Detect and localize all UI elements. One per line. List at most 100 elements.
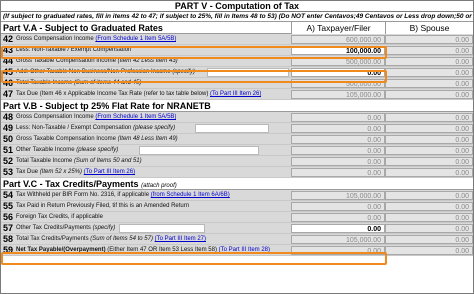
item-number: 44 <box>3 56 14 66</box>
item-52-row: 52 Total Taxable Income (Sum of Items 50… <box>1 156 473 167</box>
schedule-link[interactable]: (From Schedule 1 Item 5A/5B) <box>95 114 176 120</box>
computation-of-tax-form: PART V - Computation of Tax (If subject … <box>0 0 474 294</box>
item-49-specify-input[interactable] <box>195 124 269 133</box>
item-49-row: 49 Less: Non-Taxable / Exempt Compensati… <box>1 123 473 134</box>
item-number: 54 <box>3 190 14 200</box>
item-label: Net Tax Payable/(Overpayment) (Either It… <box>16 247 271 253</box>
section-b-title: Part V.B - Subject tp 25% Flat Rate for … <box>3 101 211 111</box>
item-58-taxpayer-field: 105,000.00 <box>291 235 385 244</box>
part-iii-link[interactable]: (To Part III Item 26) <box>210 91 261 97</box>
item-59-row: 59 Net Tax Payable/(Overpayment) (Either… <box>1 245 473 256</box>
item-53-row: 53 Tax Due (Item 52 x 25%) (To Part III … <box>1 167 473 178</box>
item-label: Gross Compensation Income (From Schedule… <box>16 36 177 42</box>
item-number: 50 <box>3 134 14 144</box>
item-number: 48 <box>3 112 14 122</box>
part-subtitle: (If subject to graduated rates, fill in … <box>1 12 473 22</box>
schedule-link[interactable]: (from Schedule 1 Item 6A/6B) <box>151 192 230 198</box>
item-49-spouse-field: 0.00 <box>385 124 473 133</box>
item-number: 52 <box>3 156 14 166</box>
item-55-row: 55 Tax Paid in Return Previously Filed, … <box>1 201 473 212</box>
item-48-row: 48 Gross Compensation Income (From Sched… <box>1 112 473 123</box>
item-48-spouse-field: 0.00 <box>385 113 473 122</box>
item-label: Foreign Tax Credits, if applicable <box>16 214 103 220</box>
item-43-row: 43 Less: Non-Taxable / Exempt Compensati… <box>1 45 473 56</box>
item-55-taxpayer-field: 0.00 <box>291 202 385 211</box>
item-58-row: 58 Total Tax Credits/Payments (Sum of It… <box>1 234 473 245</box>
section-c-header: Part V.C - Tax Credits/Payments (attach … <box>1 178 473 190</box>
part-title: PART V - Computation of Tax <box>1 1 473 12</box>
item-57-specify-input[interactable] <box>119 224 205 233</box>
item-label: Other Tax Credits/Payments (specify) <box>16 225 116 231</box>
item-number: 47 <box>3 89 14 99</box>
item-label: Total Taxable Income (Sum of items 44 an… <box>16 80 142 86</box>
item-number: 49 <box>3 123 14 133</box>
item-number: 58 <box>3 234 14 244</box>
item-54-row: 54 Tax Withheld per BIR Form No. 2316, i… <box>1 190 473 201</box>
item-number: 42 <box>3 34 14 44</box>
item-label: Total Tax Credits/Payments (Sum of Items… <box>16 236 206 242</box>
section-a-header: Part V.A - Subject to Graduated Rates A)… <box>1 22 473 34</box>
item-label: Total Taxable Income (Sum of Items 50 an… <box>16 158 142 164</box>
item-number: 46 <box>3 78 14 88</box>
item-54-taxpayer-field: 105,000.00 <box>291 191 385 200</box>
item-42-row: 42 Gross Compensation Income (From Sched… <box>1 34 473 45</box>
item-number: 55 <box>3 201 14 211</box>
item-42-taxpayer-field: 600,000.00 <box>291 35 385 44</box>
item-44-spouse-field: 0.00 <box>385 57 473 66</box>
item-54-spouse-field: 0.00 <box>385 191 473 200</box>
item-49-taxpayer-field: 0.00 <box>291 124 385 133</box>
item-56-row: 56 Foreign Tax Credits, if applicable 0.… <box>1 212 473 223</box>
item-number: 43 <box>3 45 14 55</box>
item-58-spouse-field: 0.00 <box>385 235 473 244</box>
item-52-spouse-field: 0.00 <box>385 157 473 166</box>
item-55-spouse-field: 0.00 <box>385 202 473 211</box>
item-42-spouse-field: 0.00 <box>385 35 473 44</box>
item-59-spouse-field: 0.00 <box>385 246 473 255</box>
section-a-title: Part V.A - Subject to Graduated Rates <box>3 23 163 33</box>
part-iii-link[interactable]: (To Part III Item 27) <box>155 236 206 242</box>
item-label: Tax Withheld per BIR Form No. 2316, if a… <box>16 192 230 198</box>
item-56-taxpayer-field: 0.00 <box>291 213 385 222</box>
item-59-taxpayer-field: 0.00 <box>291 246 385 255</box>
item-number: 53 <box>3 167 14 177</box>
item-45-specify-input[interactable] <box>207 68 289 77</box>
item-47-taxpayer-field: 105,000.00 <box>291 90 385 99</box>
item-label: Gross Taxable Compensation Income (Item … <box>16 136 178 142</box>
item-53-spouse-field: 0.00 <box>385 168 473 177</box>
item-number: 45 <box>3 67 14 77</box>
item-47-spouse-field: 0.00 <box>385 90 473 99</box>
item-45-taxpayer-input[interactable]: 0.00 <box>291 68 385 77</box>
item-43-spouse-field: 0.00 <box>385 46 473 55</box>
item-number: 51 <box>3 145 14 155</box>
part-iii-link[interactable]: (To Part III Item 26) <box>84 169 135 175</box>
item-label: Tax Paid in Return Previously Filed, tif… <box>16 203 190 209</box>
item-51-specify-input[interactable] <box>139 146 259 155</box>
item-43-taxpayer-input[interactable]: 100,000.00 <box>291 46 385 55</box>
item-label: Tax Due (Item 52 x 25%) (To Part III Ite… <box>16 169 136 175</box>
item-57-taxpayer-input[interactable]: 0.00 <box>291 224 385 233</box>
item-45-row: 45 Add: Other Taxable Non-Business/Non-P… <box>1 67 473 78</box>
item-47-row: 47 Tax Due (Item 46 x Applicable Income … <box>1 89 473 100</box>
item-label: Less: Non-Taxable / Exempt Compensation <box>16 47 132 53</box>
item-44-row: 44 Gross Taxable Compensation Income (It… <box>1 56 473 67</box>
item-57-spouse-field: 0.00 <box>385 224 473 233</box>
item-48-taxpayer-field: 0.00 <box>291 113 385 122</box>
column-header-spouse: B) Spouse <box>385 22 473 34</box>
item-label: Add: Other Taxable Non-Business/Non-Prof… <box>16 69 195 75</box>
item-label: Tax Due (Item 46 x Applicable Income Tax… <box>16 91 262 97</box>
item-51-row: 51 Other Taxable Income (please specify)… <box>1 145 473 156</box>
item-45-spouse-field: 0.00 <box>385 68 473 77</box>
part-iii-link[interactable]: (To Part III Item 28) <box>219 247 270 253</box>
item-56-spouse-field: 0.00 <box>385 213 473 222</box>
item-51-spouse-field: 0.00 <box>385 146 473 155</box>
item-50-row: 50 Gross Taxable Compensation Income (It… <box>1 134 473 145</box>
item-number: 57 <box>3 223 14 233</box>
item-53-taxpayer-field: 0.00 <box>291 168 385 177</box>
item-50-spouse-field: 0.00 <box>385 135 473 144</box>
item-number: 56 <box>3 212 14 222</box>
item-46-taxpayer-field: 500,000.00 <box>291 79 385 88</box>
item-44-taxpayer-field: 500,000.00 <box>291 57 385 66</box>
item-label: Gross Compensation Income (From Schedule… <box>16 114 177 120</box>
item-50-taxpayer-field: 0.00 <box>291 135 385 144</box>
schedule-link[interactable]: (From Schedule 1 Item 5A/5B) <box>95 36 176 42</box>
